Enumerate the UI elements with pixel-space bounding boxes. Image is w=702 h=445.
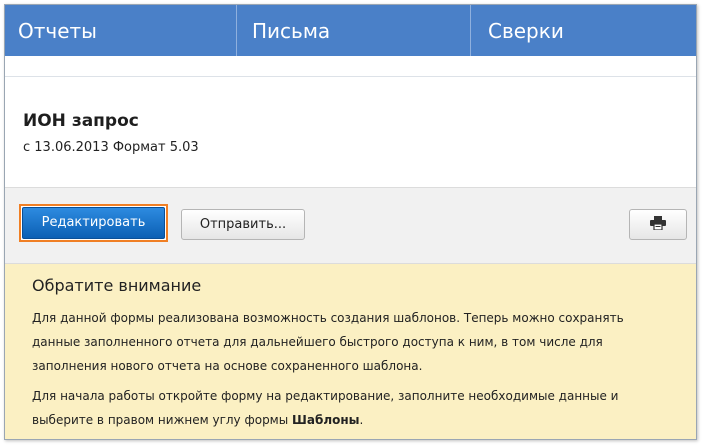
notice-paragraph: Для данной формы реализована возможность… bbox=[32, 311, 624, 373]
tab-reports[interactable]: Отчеты bbox=[5, 5, 237, 56]
printer-icon bbox=[650, 215, 666, 234]
divider bbox=[5, 76, 696, 77]
document-subtitle: с 13.06.2013 Формат 5.03 bbox=[23, 140, 199, 155]
notice-text-end: . bbox=[359, 413, 364, 427]
form-window: Отчеты Письма Сверки ИОН запрос с 13.06.… bbox=[4, 4, 697, 440]
templates-label: Шаблоны bbox=[292, 413, 360, 427]
edit-button[interactable]: Редактировать bbox=[22, 207, 165, 239]
print-button[interactable] bbox=[629, 209, 687, 240]
send-button[interactable]: Отправить... bbox=[181, 209, 305, 240]
tab-reconciliations[interactable]: Сверки bbox=[471, 5, 696, 56]
tab-bar: Отчеты Письма Сверки bbox=[5, 5, 696, 56]
notice-paragraph: Для начала работы откройте форму на реда… bbox=[32, 384, 672, 432]
edit-button-focus-ring: Редактировать bbox=[19, 204, 168, 242]
notice-title: Обратите внимание bbox=[32, 276, 202, 295]
action-toolbar: Редактировать Отправить... bbox=[5, 187, 696, 264]
notice-panel: Обратите внимание Для данной формы реали… bbox=[5, 264, 696, 439]
document-title: ИОН запрос bbox=[23, 111, 139, 131]
tab-letters[interactable]: Письма bbox=[237, 5, 471, 56]
